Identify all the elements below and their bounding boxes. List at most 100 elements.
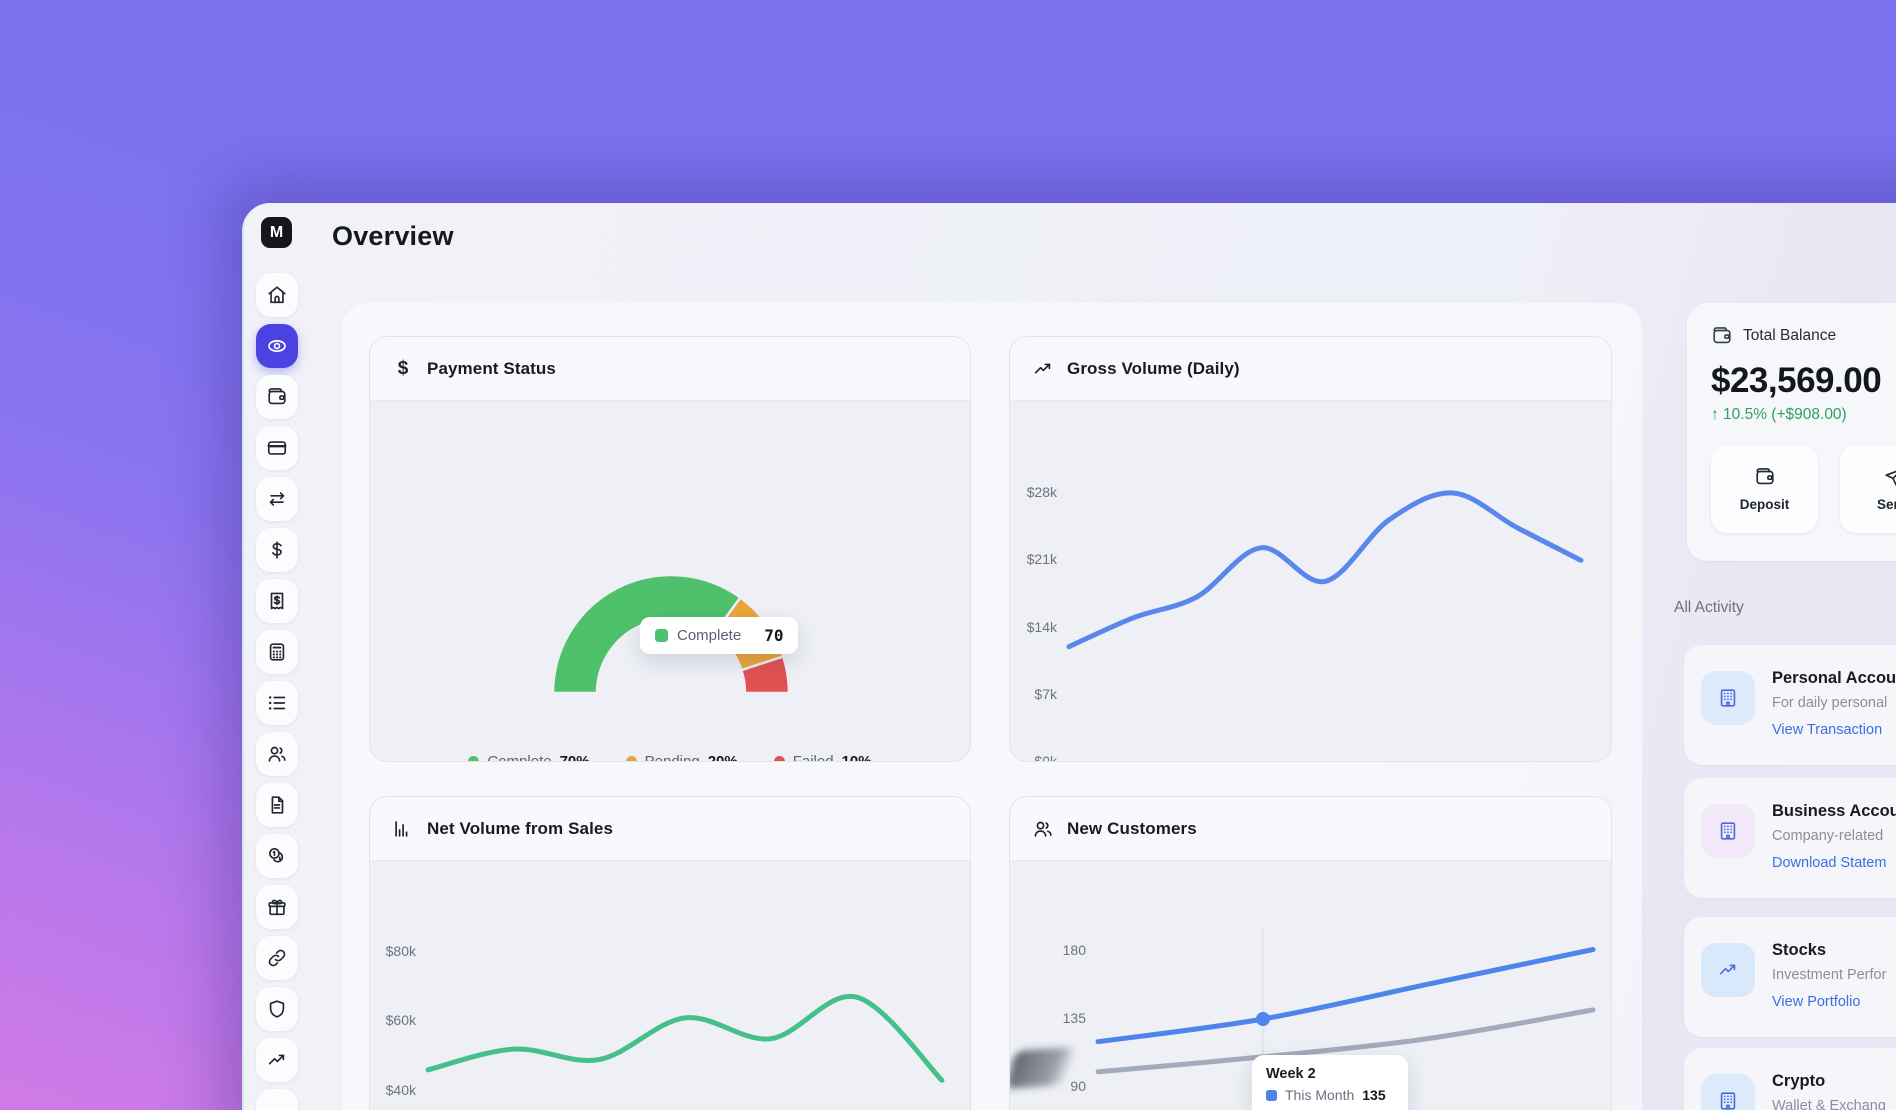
coins-icon <box>266 845 288 867</box>
y-axis-tick: 90 <box>1040 1078 1086 1094</box>
page-title: Overview <box>332 221 454 252</box>
wallet-icon <box>1711 325 1733 347</box>
sidebar-item-receipt[interactable] <box>256 579 298 623</box>
sidebar-item-list[interactable] <box>256 681 298 725</box>
deposit-button[interactable]: Deposit <box>1711 445 1818 533</box>
app-logo: M <box>261 217 292 248</box>
users-icon <box>266 743 288 765</box>
legend-dot <box>626 756 637 762</box>
gross-volume-chart: $28k$21k$14k$7k$0k10AM11AM12PM1PM2PM3PM4… <box>1010 401 1611 761</box>
payment-status-chart: Complete 70 Complete 70% Pending 20% Fai… <box>370 401 970 761</box>
button-label: Deposit <box>1740 497 1790 512</box>
net-volume-chart: $80k$60k$40k$20k <box>370 861 970 1110</box>
total-balance-card: Total Balance $23,569.00 ↑ 10.5% (+$908.… <box>1687 303 1896 561</box>
legend-item-pending: Pending 20% <box>626 753 738 762</box>
sidebar-item-coins[interactable] <box>256 834 298 878</box>
sidebar-item-document[interactable] <box>256 783 298 827</box>
swap-arrows-icon <box>266 488 288 510</box>
activity-item-stocks[interactable]: Stocks Investment Perfor View Portfolio <box>1684 917 1896 1037</box>
button-label: Send <box>1877 497 1896 512</box>
sidebar-item-credit-card[interactable] <box>256 426 298 470</box>
send-button[interactable]: Send <box>1840 445 1896 533</box>
trending-up-icon <box>266 1049 288 1071</box>
sidebar-item-gift[interactable] <box>256 885 298 929</box>
sidebar-item-home[interactable] <box>256 273 298 317</box>
legend-dot <box>468 756 479 762</box>
receipt-icon <box>266 590 288 612</box>
balance-header: Total Balance <box>1711 325 1896 347</box>
legend-item-failed: Failed 10% <box>774 753 872 762</box>
dollar-icon: $ <box>392 358 414 380</box>
wallet-icon <box>1754 466 1776 488</box>
activity-subtitle: Wallet & Exchang <box>1772 1098 1886 1110</box>
card-title: Payment Status <box>427 359 556 379</box>
main-content: $ Payment Status Complete 70 Complete 70… <box>342 303 1642 1110</box>
tooltip-row: This Month 135 <box>1266 1087 1386 1103</box>
legend-label: Pending <box>645 753 700 762</box>
sidebar-item-dollar[interactable] <box>256 528 298 572</box>
bar-chart-icon <box>392 818 414 840</box>
card-title: Gross Volume (Daily) <box>1067 359 1240 379</box>
series-value: 135 <box>1362 1087 1385 1103</box>
sidebar-item-eye[interactable] <box>256 324 298 368</box>
gauge-tooltip: Complete 70 <box>640 617 798 654</box>
card-title: New Customers <box>1067 819 1197 839</box>
legend-item-complete: Complete 70% <box>468 753 589 762</box>
sidebar-item-users[interactable] <box>256 732 298 776</box>
sidebar-item-partial[interactable] <box>256 1089 298 1110</box>
series-swatch <box>1266 1090 1277 1101</box>
activity-title: Business Accou <box>1772 802 1896 821</box>
activity-link[interactable]: View Portfolio <box>1772 994 1860 1010</box>
activity-subtitle: Investment Perfor <box>1772 967 1886 983</box>
sidebar-item-calculator[interactable] <box>256 630 298 674</box>
new-customers-chart: Week 2 This Month 135 Last Month 110 180… <box>1010 861 1611 1110</box>
tooltip-title: Week 2 <box>1266 1066 1316 1082</box>
legend-value: 70% <box>560 753 590 762</box>
chart-canvas <box>428 952 942 1110</box>
y-axis-tick: $28k <box>1011 484 1057 500</box>
wallet-icon <box>266 386 288 408</box>
activity-item-crypto[interactable]: Crypto Wallet & Exchang <box>1684 1048 1896 1110</box>
balance-actions: Deposit Send <box>1711 445 1896 533</box>
gauge-legend: Complete 70% Pending 20% Failed 10% <box>370 753 970 762</box>
sidebar-item-link[interactable] <box>256 936 298 980</box>
balance-title: Total Balance <box>1743 327 1836 345</box>
calculator-icon <box>266 641 288 663</box>
home-icon <box>266 284 288 306</box>
balance-amount: $23,569.00 <box>1711 361 1896 401</box>
sidebar-item-shield[interactable] <box>256 987 298 1031</box>
activity-title: Personal Accou <box>1772 669 1896 688</box>
activity-title: Stocks <box>1772 941 1826 960</box>
activity-subtitle: For daily personal <box>1772 695 1887 711</box>
link-icon <box>266 947 288 969</box>
card-title: Net Volume from Sales <box>427 819 613 839</box>
legend-value: 20% <box>708 753 738 762</box>
sidebar-item-swap-arrows[interactable] <box>256 477 298 521</box>
building-icon <box>1701 1074 1755 1110</box>
tooltip-value: 70 <box>764 626 783 645</box>
gross-volume-header: Gross Volume (Daily) <box>1010 337 1611 401</box>
legend-value: 10% <box>842 753 872 762</box>
trending-up-icon <box>1032 358 1054 380</box>
partial-icon <box>266 1100 288 1110</box>
y-axis-tick: $0k <box>1011 753 1057 762</box>
activity-link[interactable]: Download Statem <box>1772 855 1886 871</box>
activity-item-business-accou[interactable]: Business Accou Company-relatedDownload S… <box>1684 778 1896 898</box>
sidebar-item-trending-up[interactable] <box>256 1038 298 1082</box>
legend-swatch <box>655 629 668 642</box>
activity-link[interactable]: View Transaction <box>1772 722 1882 738</box>
y-axis-tick: $21k <box>1011 551 1057 567</box>
y-axis-tick: $7k <box>1011 686 1057 702</box>
users-icon <box>1032 818 1054 840</box>
sidebar-item-wallet[interactable] <box>256 375 298 419</box>
payment-status-header: $ Payment Status <box>370 337 970 401</box>
balance-change: ↑ 10.5% (+$908.00) <box>1711 406 1896 424</box>
building-icon <box>1701 804 1755 858</box>
net-volume-card: Net Volume from Sales $80k$60k$40k$20k <box>369 796 971 1110</box>
legend-dot <box>774 756 785 762</box>
eye-icon <box>266 335 288 357</box>
send-icon <box>1883 466 1896 488</box>
y-axis-tick: $40k <box>370 1082 416 1098</box>
dollar-icon <box>266 539 288 561</box>
activity-item-personal-accou[interactable]: Personal Accou For daily personal View Tr… <box>1684 645 1896 765</box>
